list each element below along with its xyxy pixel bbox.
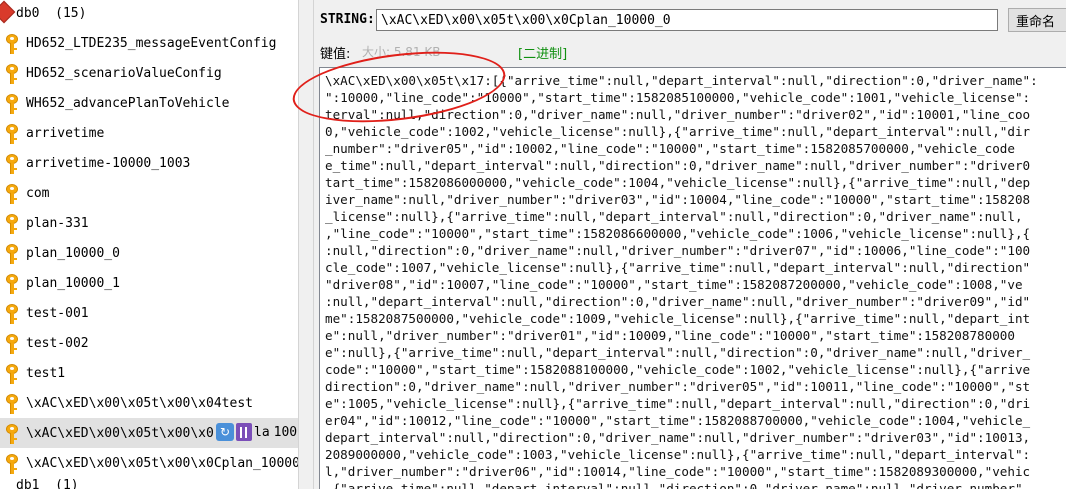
value-line: ,{"arrive_time":null,"depart_interval":n…: [325, 481, 1023, 489]
database-node[interactable]: db0 (15): [0, 0, 298, 26]
key-item[interactable]: plan_10000_1: [0, 268, 298, 298]
key-item[interactable]: test1: [0, 358, 298, 388]
value-line: cle_code":1007,"vehicle_license":null},{…: [325, 260, 1031, 275]
key-icon: [0, 88, 26, 118]
key-label: arrivetime: [26, 125, 105, 141]
key-icon: [0, 58, 26, 88]
value-line: "driver08","id":10007,"line_code":"10000…: [325, 277, 1023, 292]
value-line: _license":null},{"arrive_time":null,"dep…: [325, 209, 1023, 224]
value-line: l,"driver_number":"driver06","id":10014,…: [325, 464, 1031, 479]
refresh-icon[interactable]: ↻: [216, 423, 234, 441]
key-item[interactable]: \xAC\xED\x00\x05t\x00\x0Cplan_10000: [0, 448, 298, 478]
key-icon: [0, 448, 26, 478]
key-label: arrivetime-10000_1003: [26, 155, 191, 171]
key-icon: [0, 328, 26, 358]
type-label: STRING:: [320, 12, 375, 27]
value-line: me":1582087500000,"vehicle_code":1009,"v…: [325, 311, 1031, 326]
size-label: 大小: 5.81 KB: [362, 45, 441, 59]
key-label: \xAC\xED\x00\x05t\x00\x0: [26, 425, 214, 441]
value-panel: STRING: 重命名 键值: 大小: 5.81 KB [二进制] \xAC\x…: [314, 0, 1066, 489]
key-label: test-001: [26, 305, 89, 321]
key-icon: [0, 268, 26, 298]
key-tree-panel: db0 (15) HD652_LTDE235_messageEventConfi…: [0, 0, 298, 489]
key-icon: [0, 118, 26, 148]
key-item[interactable]: plan_10000_0: [0, 238, 298, 268]
key-item[interactable]: \xAC\xED\x00\x05t\x00\x04test: [0, 388, 298, 418]
value-line: ":10000,"line_code":"10000","start_time"…: [325, 90, 1031, 105]
value-label: 键值:: [320, 47, 351, 62]
value-line: 2089000000,"vehicle_code":1003,"vehicle_…: [325, 447, 1031, 462]
value-line: :null,"direction":0,"driver_name":null,"…: [325, 243, 1031, 258]
row-actions: ↻ la1000: [216, 423, 298, 443]
key-label-suffix: la: [254, 425, 270, 440]
key-item[interactable]: test-001: [0, 298, 298, 328]
key-icon: [0, 178, 26, 208]
database-label-next: db1 (1): [16, 478, 79, 489]
key-icon: [0, 418, 26, 448]
value-line: er04","id":10012,"line_code":"10000","st…: [325, 413, 1031, 428]
key-item[interactable]: HD652_LTDE235_messageEventConfig: [0, 28, 298, 58]
key-icon: [0, 238, 26, 268]
value-line: code":"10000","start_time":1582088100000…: [325, 362, 1031, 377]
key-icon: [0, 28, 26, 58]
value-line: :null,"depart_interval":null,"direction"…: [325, 294, 1031, 309]
delete-icon[interactable]: [236, 423, 252, 441]
key-icon: [0, 208, 26, 238]
value-line: e":1005,"vehicle_license":null},{"arrive…: [325, 396, 1031, 411]
key-item[interactable]: arrivetime-10000_1003: [0, 148, 298, 178]
key-name-input[interactable]: [376, 9, 998, 31]
database-icon: [0, 0, 16, 24]
key-label: HD652_scenarioValueConfig: [26, 65, 222, 81]
key-label: plan-331: [26, 215, 89, 231]
key-label: HD652_LTDE235_messageEventConfig: [26, 35, 277, 51]
key-label: \xAC\xED\x00\x05t\x00\x0Cplan_10000: [26, 455, 298, 471]
value-line: direction":0,"driver_name":null,"driver_…: [325, 379, 1031, 394]
key-item[interactable]: plan-331: [0, 208, 298, 238]
key-icon: [0, 388, 26, 418]
key-label: plan_10000_0: [26, 245, 120, 261]
database-node-next[interactable]: db1 (1): [0, 478, 298, 489]
value-line: _number":"driver05","id":10002,"line_cod…: [325, 141, 1015, 156]
value-line: 0,"vehicle_code":1002,"vehicle_license":…: [325, 124, 1031, 139]
panel-splitter[interactable]: [298, 0, 314, 489]
value-line: iver_name":null,"driver_number":"driver0…: [325, 192, 1031, 207]
value-line: e_time":null,"depart_interval":null,"dir…: [325, 158, 1031, 173]
key-label: WH652_advancePlanToVehicle: [26, 95, 230, 111]
key-icon: [0, 358, 26, 388]
value-line: \xAC\xED\x00\x05t\x17:[{"arrive_time":nu…: [325, 73, 1038, 88]
key-item[interactable]: WH652_advancePlanToVehicle: [0, 88, 298, 118]
value-line: e":null},{"arrive_time":null,"depart_int…: [325, 345, 1031, 360]
key-item[interactable]: com: [0, 178, 298, 208]
rename-button[interactable]: 重命名: [1008, 8, 1066, 32]
binary-toggle[interactable]: [二进制]: [518, 43, 567, 62]
key-icon: [0, 148, 26, 178]
value-textarea[interactable]: \xAC\xED\x00\x05t\x17:[{"arrive_time":nu…: [319, 67, 1066, 489]
key-item[interactable]: test-002: [0, 328, 298, 358]
key-icon: [0, 298, 26, 328]
key-label: test-002: [26, 335, 89, 351]
value-line: ,"line_code":"10000","start_time":158208…: [325, 226, 1031, 241]
key-item[interactable]: arrivetime: [0, 118, 298, 148]
value-line: depart_interval":null,"direction":0,"dri…: [325, 430, 1031, 445]
value-line: tart_time":1582086000000,"vehicle_code":…: [325, 175, 1031, 190]
database-label: db0 (15): [16, 5, 87, 21]
key-item[interactable]: \xAC\xED\x00\x05t\x00\x0↻ la1000: [0, 418, 298, 448]
value-line: e":null,"driver_number":"driver01","id":…: [325, 328, 1015, 343]
key-label: test1: [26, 365, 66, 381]
key-label: \xAC\xED\x00\x05t\x00\x04test: [26, 395, 253, 411]
key-label: com: [26, 185, 50, 201]
key-label: plan_10000_1: [26, 275, 120, 291]
value-line: terval":null,"direction":0,"driver_name"…: [325, 107, 1031, 122]
key-item[interactable]: HD652_scenarioValueConfig: [0, 58, 298, 88]
key-label-tail: 1000: [273, 425, 298, 440]
